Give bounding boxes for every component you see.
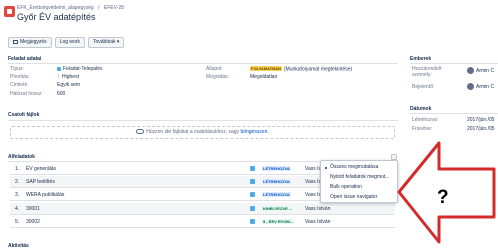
task-type-icon bbox=[57, 66, 61, 71]
network-length-label: Hálózat hossz: bbox=[10, 91, 43, 97]
subtask-assignee[interactable]: Vass István bbox=[305, 206, 330, 212]
browse-link[interactable]: böngésszen. bbox=[240, 129, 268, 135]
subtask-number: 3. bbox=[15, 192, 20, 198]
subtask-type-icon bbox=[250, 219, 255, 224]
menu-item-issue-navigator[interactable]: Open issue navigator bbox=[330, 194, 377, 200]
comment-button-label: Megjegyzés bbox=[20, 39, 47, 45]
type-value-text: Feladat-Telepalés bbox=[63, 66, 103, 72]
assignee-value[interactable]: Armin C bbox=[476, 68, 494, 74]
reporter-avatar bbox=[467, 83, 474, 90]
assignee-avatar bbox=[467, 67, 474, 74]
red-arrow-annotation: ? bbox=[397, 141, 496, 244]
status-badge: FOLYAMATBAN bbox=[250, 66, 282, 71]
breadcrumb: EFK_Érettségvédelmi_alapegység / EFEV-28 bbox=[17, 5, 127, 11]
attachment-drop-zone[interactable]: Húzzon ide fájlokat a csatolásukhoz, vag… bbox=[10, 126, 395, 139]
subtask-type-icon bbox=[250, 166, 255, 171]
menu-item-show-all[interactable]: Összes megmutatása bbox=[330, 164, 378, 170]
breadcrumb-project[interactable]: EFK_Érettségvédelmi_alapegység bbox=[17, 5, 94, 11]
table-row[interactable]: 5. 30002 5 - ÉEV RYOM... Vass István bbox=[10, 216, 395, 228]
project-avatar-icon[interactable] bbox=[4, 6, 15, 17]
status-label: Állapot: bbox=[206, 66, 223, 72]
subtask-name[interactable]: 30002 bbox=[26, 219, 40, 225]
updated-value: 2017/jún./05 bbox=[467, 126, 495, 132]
cloud-upload-icon bbox=[136, 129, 145, 134]
breadcrumb-separator: / bbox=[98, 5, 100, 11]
resolution-label: Megoldás: bbox=[206, 74, 230, 80]
details-heading: Feladat adatai bbox=[8, 56, 42, 62]
attachments-divider bbox=[8, 120, 398, 121]
question-mark: ? bbox=[437, 187, 449, 208]
subtask-number: 2. bbox=[15, 179, 20, 185]
subtask-type-icon bbox=[250, 179, 255, 184]
resolution-value: Megoldatlan bbox=[250, 74, 278, 80]
subtask-name[interactable]: SAP betöltés bbox=[26, 179, 55, 185]
breadcrumb-issue-key[interactable]: EFEV-28 bbox=[104, 5, 124, 11]
type-label: Típus: bbox=[10, 66, 24, 72]
reporter-value[interactable]: Armin C bbox=[476, 84, 494, 90]
type-value: Feladat-Telepalés bbox=[57, 66, 102, 72]
issue-toolbar: Megjegyzés Log work Továbbiak ▾ bbox=[8, 37, 125, 48]
subtask-number: 4. bbox=[15, 206, 20, 212]
subtask-name[interactable]: WERA publikálás bbox=[26, 192, 64, 198]
comment-icon bbox=[13, 40, 18, 44]
status-value: FOLYAMATBAN (Munkafolyamat megtekintése) bbox=[250, 66, 352, 73]
dates-divider bbox=[410, 113, 498, 114]
subtasks-filter-menu: Összes megmutatása Nyitott feladatok meg… bbox=[320, 160, 398, 203]
labels-label: Címkék: bbox=[10, 82, 29, 88]
assignee-label: Hozzárendelt személy: bbox=[412, 66, 442, 78]
subtask-name[interactable]: ÉV generálás bbox=[26, 166, 56, 172]
subtask-type-icon bbox=[250, 192, 255, 197]
subtask-assignee[interactable]: Vass István bbox=[305, 219, 330, 225]
log-work-button[interactable]: Log work bbox=[54, 37, 85, 48]
drop-zone-text: Húzzon ide fájlokat a csatolásukhoz, vag… bbox=[146, 129, 240, 135]
details-divider bbox=[8, 63, 398, 64]
created-value: 2017/jún./05 bbox=[467, 117, 495, 123]
priority-label: Prioritás: bbox=[10, 74, 30, 80]
status-badge: LÉTREHOZVA bbox=[262, 166, 291, 171]
status-badge: LÉTREHOZVA bbox=[262, 179, 291, 184]
people-heading: Emberek bbox=[410, 56, 432, 62]
activity-heading: Aktivitás bbox=[8, 243, 29, 249]
status-badge: KIHELYEZVE ... bbox=[262, 206, 294, 211]
subtask-number: 1. bbox=[15, 166, 20, 172]
network-length-value: 600 bbox=[57, 91, 66, 97]
dates-heading: Dátumok bbox=[410, 106, 432, 112]
priority-highest-icon: ↑ bbox=[57, 74, 60, 80]
subtasks-heading: Alfeladatok bbox=[8, 154, 35, 160]
subtask-type-icon bbox=[250, 206, 255, 211]
priority-value: ↑ Highest bbox=[57, 74, 79, 80]
more-actions-button[interactable]: Továbbiak ▾ bbox=[87, 37, 125, 48]
people-divider bbox=[410, 63, 498, 64]
status-badge: 5 - ÉEV RYOM... bbox=[262, 219, 295, 224]
subtask-name[interactable]: 30001 bbox=[26, 206, 40, 212]
attachments-heading: Csatolt fájlok bbox=[8, 112, 40, 118]
view-workflow-link[interactable]: (Munkafolyamat megtekintése) bbox=[284, 67, 352, 73]
updated-label: Frissítve: bbox=[412, 126, 433, 132]
status-badge: LÉTREHOZVA bbox=[262, 192, 291, 197]
priority-value-text: Highest bbox=[62, 74, 79, 80]
page-title: Győr ÉV adatépítés bbox=[17, 12, 96, 22]
created-label: Létrehozva: bbox=[412, 117, 439, 123]
selected-indicator-icon bbox=[325, 167, 327, 169]
labels-value: Egyik sem bbox=[57, 82, 81, 88]
reporter-label: Bejelentő: bbox=[412, 84, 435, 90]
menu-item-bulk-operation[interactable]: Bulk operation bbox=[330, 184, 362, 190]
subtask-number: 5. bbox=[15, 219, 20, 225]
table-row[interactable]: 4. 30001 KIHELYEZVE ... Vass István bbox=[10, 203, 395, 215]
menu-item-show-open[interactable]: Nyitott feladatok megmut... bbox=[330, 174, 389, 180]
comment-button[interactable]: Megjegyzés bbox=[8, 37, 52, 48]
